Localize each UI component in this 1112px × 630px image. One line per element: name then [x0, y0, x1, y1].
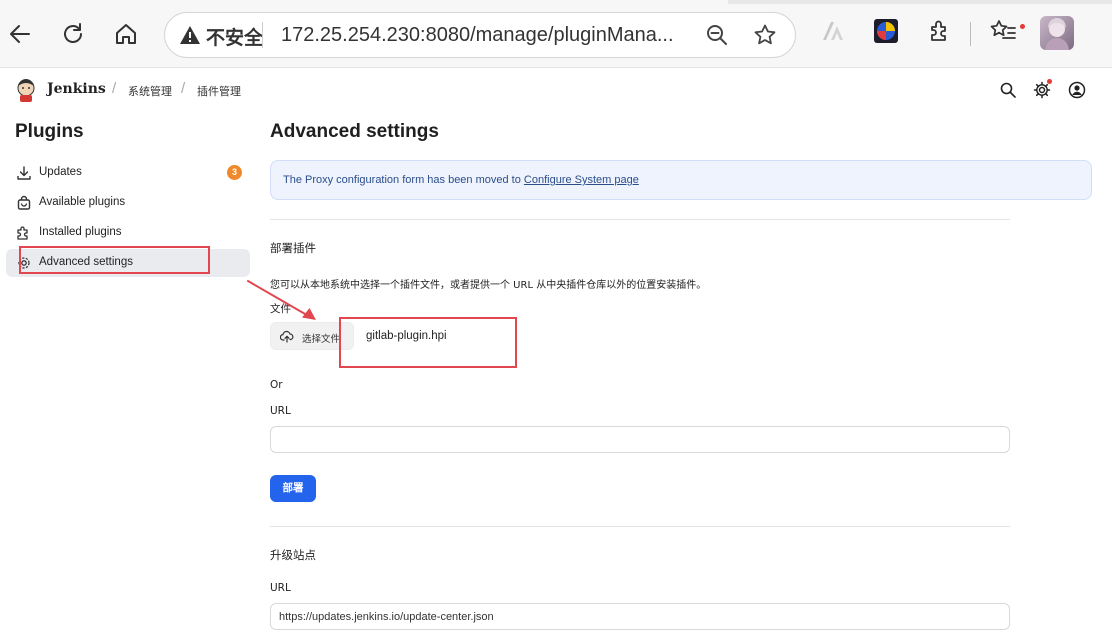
back-button[interactable] — [2, 16, 38, 52]
updates-count-badge: 3 — [227, 165, 242, 180]
deploy-plugin-title: 部署插件 — [270, 241, 316, 255]
sidebar-item-updates[interactable]: Updates 3 — [6, 159, 250, 187]
proxy-notice: The Proxy configuration form has been mo… — [270, 160, 1092, 200]
refresh-icon — [64, 23, 82, 43]
notice-text: The Proxy configuration form has been mo… — [283, 174, 639, 186]
update-site-url-label: URL — [270, 582, 291, 594]
update-site-title: 升级站点 — [270, 548, 316, 562]
download-icon — [17, 166, 31, 180]
plugin-url-input[interactable] — [270, 426, 1010, 453]
extensions-puzzle-icon[interactable] — [927, 18, 953, 44]
url-divider — [262, 22, 263, 48]
extension-colorful-icon[interactable] — [873, 18, 899, 44]
breadcrumb-separator: / — [112, 80, 117, 97]
sidebar-item-label: Available plugins — [39, 196, 126, 208]
url-text[interactable]: 172.25.254.230:8080/manage/pluginMana... — [281, 24, 701, 47]
jenkins-logo-icon[interactable] — [15, 78, 37, 102]
tab-strip-edge — [728, 0, 1112, 4]
search-icon[interactable] — [999, 81, 1017, 99]
breadcrumb-manage[interactable]: 系统管理 — [128, 83, 172, 99]
breadcrumb-plugins[interactable]: 插件管理 — [197, 83, 241, 99]
home-icon — [116, 24, 136, 44]
notification-dot — [1020, 24, 1025, 29]
notice-message: The Proxy configuration form has been mo… — [283, 174, 524, 186]
sidebar-item-label: Updates — [39, 166, 82, 178]
favorites-list-icon[interactable] — [989, 18, 1017, 44]
section-divider — [270, 219, 1010, 220]
settings-alert-dot — [1047, 79, 1052, 84]
deploy-button[interactable]: 部署 — [270, 475, 316, 502]
section-divider — [270, 526, 1010, 527]
sidebar-item-installed-plugins[interactable]: Installed plugins — [6, 219, 250, 247]
update-site-url-input[interactable] — [270, 603, 1010, 630]
browser-toolbar: 不安全 172.25.254.230:8080/manage/pluginMan… — [0, 0, 1112, 68]
page-title: Advanced settings — [270, 121, 439, 142]
puzzle-icon — [17, 226, 28, 240]
refresh-button[interactable] — [55, 16, 91, 52]
insecure-label[interactable]: 不安全 — [206, 23, 263, 50]
choose-file-label: 选择文件 — [302, 334, 341, 345]
toolbar-divider — [970, 22, 971, 46]
sidebar-title: Plugins — [15, 121, 84, 142]
favorite-star-icon[interactable] — [753, 23, 777, 47]
back-arrow-icon — [10, 25, 30, 43]
annotation-box-file — [339, 317, 517, 368]
sidebar-item-available-plugins[interactable]: Available plugins — [6, 189, 250, 217]
sidebar-item-label: Installed plugins — [39, 226, 122, 238]
address-bar[interactable]: 不安全 172.25.254.230:8080/manage/pluginMan… — [164, 12, 796, 58]
url-label: URL — [270, 405, 291, 417]
shopping-bag-icon — [17, 195, 31, 210]
configure-system-link[interactable]: Configure System page — [524, 174, 639, 186]
extension-a-icon[interactable] — [820, 18, 846, 44]
jenkins-header: Jenkins / 系统管理 / 插件管理 — [0, 68, 1112, 112]
zoom-icon[interactable] — [705, 23, 729, 47]
annotation-arrow-icon — [247, 280, 316, 320]
user-account-icon[interactable] — [1068, 81, 1086, 99]
warning-icon — [180, 26, 200, 44]
jenkins-title-link[interactable]: Jenkins — [47, 81, 106, 97]
cloud-upload-icon — [280, 330, 294, 343]
or-label: Or — [270, 379, 283, 391]
breadcrumb-separator: / — [181, 80, 186, 97]
deploy-plugin-description: 您可以从本地系统中选择一个插件文件，或者提供一个 URL 从中央插件仓库以外的位… — [270, 280, 707, 291]
profile-avatar[interactable] — [1040, 16, 1074, 50]
home-button[interactable] — [108, 16, 144, 52]
annotation-box-sidebar — [19, 246, 210, 274]
